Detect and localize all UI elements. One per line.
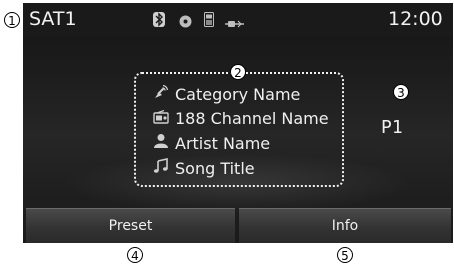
bluetooth-icon xyxy=(153,12,165,31)
preset-button[interactable]: Preset xyxy=(26,208,235,243)
song-row: Song Title xyxy=(153,157,255,179)
preset-number: P1 xyxy=(381,117,403,138)
person-icon xyxy=(153,133,175,153)
source-label: SAT1 xyxy=(29,8,77,30)
status-bar: SAT1 12:00 xyxy=(23,3,453,37)
category-name: Category Name xyxy=(175,84,301,104)
usb-icon xyxy=(224,14,246,33)
artist-name: Artist Name xyxy=(175,133,271,153)
music-note-icon xyxy=(153,158,175,178)
callout-1: 1 xyxy=(4,12,20,28)
satellite-icon xyxy=(153,84,175,104)
callout-2: 2 xyxy=(230,64,246,80)
disc-icon xyxy=(179,13,192,32)
channel-row: 188 Channel Name xyxy=(153,107,329,129)
radio-channel-icon xyxy=(153,109,175,128)
callout-4: 4 xyxy=(127,247,143,263)
clock: 12:00 xyxy=(388,8,443,30)
channel-name: 188 Channel Name xyxy=(175,108,329,128)
callout-5: 5 xyxy=(337,247,353,263)
song-title: Song Title xyxy=(175,158,255,178)
callout-3: 3 xyxy=(393,84,409,100)
category-row: Category Name xyxy=(153,83,300,105)
phone-icon xyxy=(204,12,214,31)
head-unit-screen: SAT1 12:00 Category Name 188 Channel Nam… xyxy=(23,3,453,243)
info-button[interactable]: Info xyxy=(239,208,451,243)
artist-row: Artist Name xyxy=(153,132,270,154)
